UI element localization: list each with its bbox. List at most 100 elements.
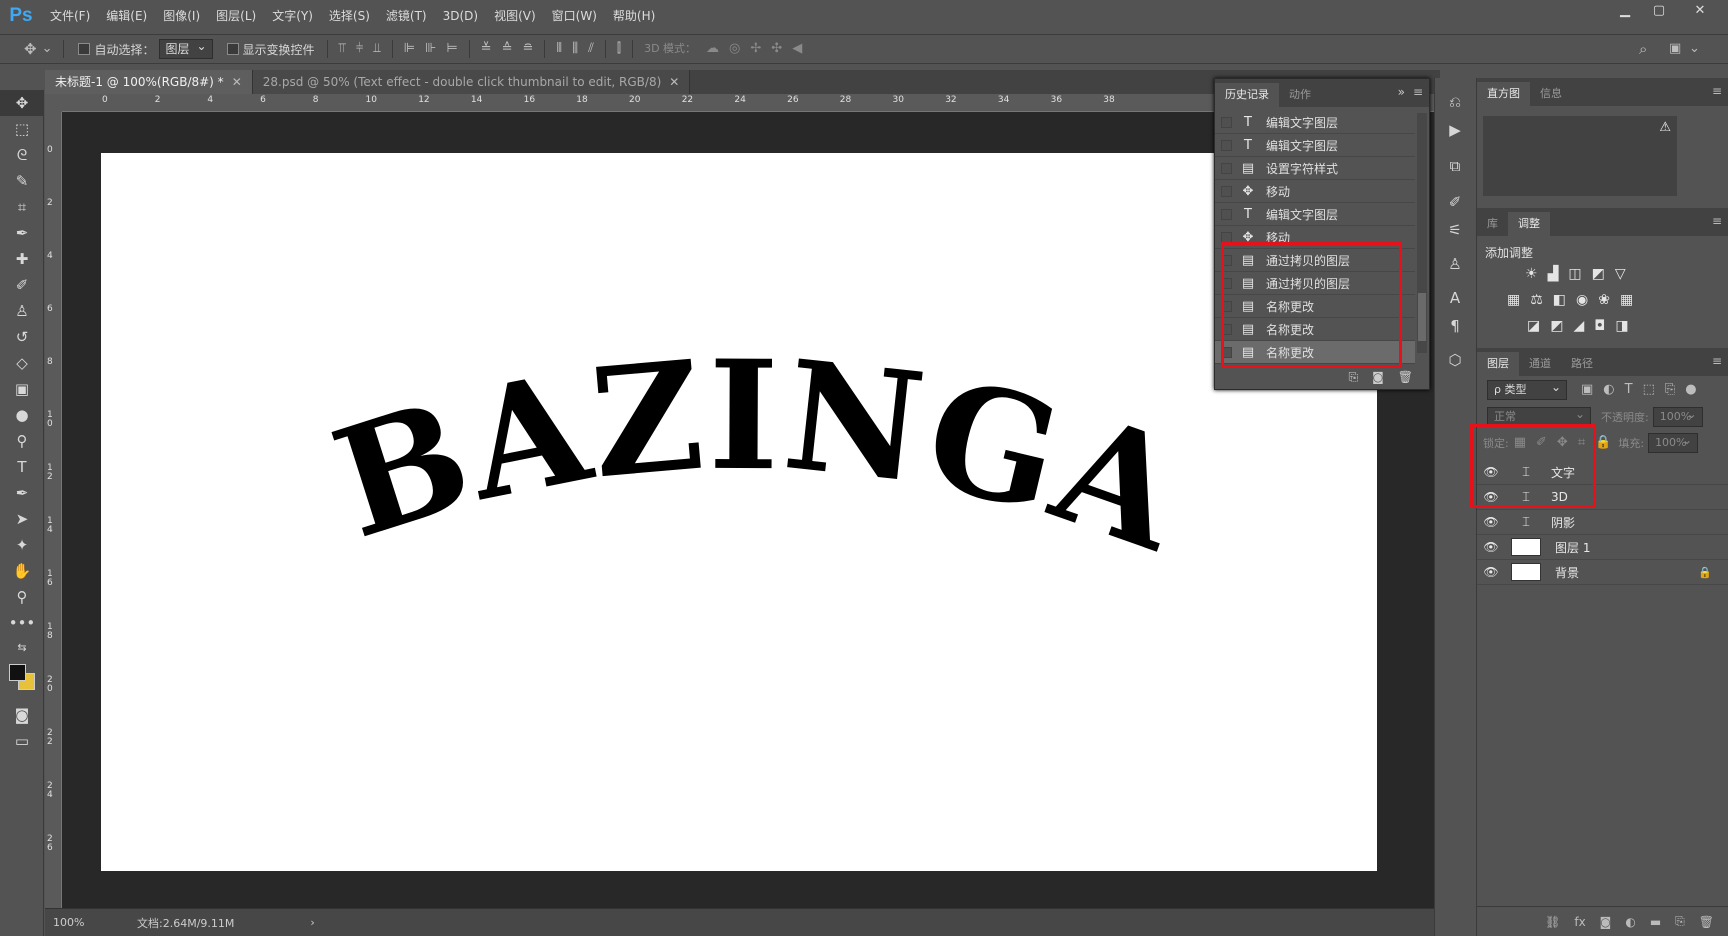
panel-menu-icon[interactable]: ≡ — [1413, 85, 1423, 99]
slide-3d-icon[interactable]: ✣ — [771, 40, 782, 58]
adjustment-row1-0-icon[interactable]: ☀ — [1525, 266, 1538, 282]
zoom-tool-icon[interactable]: ⚲ — [0, 584, 44, 610]
panel-menu-icon[interactable]: ≡ — [1712, 214, 1722, 228]
menu-help[interactable]: 帮助(H) — [605, 0, 663, 32]
adjustment-row1-2-icon[interactable]: ◫ — [1568, 266, 1581, 282]
eyedropper-tool-icon[interactable]: ✒ — [0, 220, 44, 246]
distribute-left-icon[interactable]: ⦀ — [556, 40, 562, 58]
tab-actions[interactable]: 动作 — [1279, 83, 1321, 107]
history-brush-source-checkbox[interactable] — [1221, 162, 1232, 174]
swap-colors-icon[interactable]: ⇆ — [0, 636, 44, 658]
layer-filter-dropdown[interactable]: ρ 类型 — [1487, 378, 1567, 400]
3d-panel-icon[interactable]: ⧉ — [1435, 152, 1475, 180]
crop-tool-icon[interactable]: ⌗ — [0, 194, 44, 220]
align-left-icon[interactable]: ⊫ — [404, 40, 415, 58]
new-document-from-state-icon[interactable]: ⎘ — [1349, 370, 1359, 385]
dodge-tool-icon[interactable]: ⚲ — [0, 428, 44, 454]
snapshot-camera-icon[interactable]: ◙ — [1372, 370, 1384, 384]
more-tools-icon[interactable]: ••• — [0, 610, 44, 636]
menu-edit[interactable]: 编辑(E) — [98, 0, 155, 32]
scale-3d-icon[interactable]: ◀ — [792, 40, 802, 58]
distribute-top-icon[interactable]: ≚ — [481, 40, 492, 58]
tab-paths[interactable]: 路径 — [1561, 352, 1603, 376]
menu-filter[interactable]: 滤镜(T) — [378, 0, 435, 32]
character-panel-icon[interactable]: A — [1435, 284, 1475, 312]
adjustment-row3-2-icon[interactable]: ◢ — [1573, 318, 1584, 334]
expand-panel-icon[interactable]: » — [1398, 85, 1405, 99]
fill-input[interactable]: 100% — [1648, 431, 1699, 453]
minimize-button[interactable]: ▁ — [1608, 0, 1642, 24]
healing-tool-icon[interactable]: ✚ — [0, 246, 44, 272]
close-icon[interactable]: ✕ — [669, 75, 679, 89]
history-brush-source-checkbox[interactable] — [1221, 208, 1232, 220]
gradient-tool-icon[interactable]: ▣ — [0, 376, 44, 402]
auto-select-dropdown[interactable]: 图层 — [158, 37, 213, 59]
layer-row[interactable]: 👁 图层 1 — [1477, 535, 1728, 560]
auto-select-checkbox[interactable] — [78, 43, 91, 55]
menu-image[interactable]: 图像(I) — [155, 0, 208, 32]
trash-icon[interactable]: 🗑 — [1699, 915, 1714, 929]
opacity-input[interactable]: 100% — [1652, 405, 1703, 427]
pan-3d-icon[interactable]: ✢ — [750, 40, 761, 58]
history-panel-icon[interactable]: ⎌ — [1435, 88, 1475, 116]
close-window-button[interactable]: ✕ — [1680, 0, 1720, 24]
history-state-row[interactable]: T 编辑文字图层 — [1215, 134, 1415, 157]
roll-3d-icon[interactable]: ◎ — [729, 40, 740, 58]
history-state-row[interactable]: T 编辑文字图层 — [1215, 203, 1415, 226]
properties-icon[interactable]: ⚟ — [1435, 216, 1475, 244]
history-brush-source-checkbox[interactable] — [1221, 185, 1232, 197]
quick-mask-icon[interactable]: ◙ — [0, 702, 44, 728]
tab-libraries[interactable]: 库 — [1477, 212, 1508, 236]
history-brush-source-checkbox[interactable] — [1221, 231, 1232, 243]
history-brush-source-checkbox[interactable] — [1221, 116, 1232, 128]
quick-select-tool-icon[interactable]: ✎ — [0, 168, 44, 194]
document-canvas[interactable]: BAZINGA! — [67, 13, 1377, 871]
3d-cube-icon[interactable]: ⬡ — [1435, 346, 1475, 374]
chevron-down-icon[interactable]: ⌄ — [42, 40, 53, 58]
scroll-thumb[interactable] — [1418, 293, 1426, 341]
tab-channels[interactable]: 通道 — [1519, 352, 1561, 376]
history-state-row[interactable]: ▤ 设置字符样式 — [1215, 157, 1415, 180]
foreground-color-swatch[interactable] — [9, 664, 26, 681]
orbit-3d-icon[interactable]: ☁ — [706, 40, 719, 58]
status-menu-arrow[interactable]: › — [310, 916, 314, 929]
adjustment-row2-5-icon[interactable]: ▦ — [1620, 292, 1633, 308]
add-mask-icon[interactable]: ◙ — [1600, 915, 1612, 929]
new-adjustment-icon[interactable]: ◐ — [1625, 915, 1635, 929]
chevron-down-icon[interactable]: ⌄ — [1689, 40, 1700, 58]
adjustment-row3-1-icon[interactable]: ◩ — [1550, 318, 1563, 334]
adjustment-row2-4-icon[interactable]: ❀ — [1598, 292, 1610, 308]
menu-layer[interactable]: 图层(L) — [208, 0, 264, 32]
zoom-level[interactable]: 100% — [53, 916, 123, 929]
tab-untitled-1[interactable]: 未标题-1 @ 100%(RGB/8#) * ✕ — [45, 70, 253, 94]
workspace-icon[interactable]: ▣ — [1669, 40, 1681, 58]
new-group-icon[interactable]: ▬ — [1650, 915, 1661, 929]
adjustment-row2-2-icon[interactable]: ◧ — [1553, 292, 1566, 308]
type-tool-icon[interactable]: T — [0, 454, 44, 480]
panel-menu-icon[interactable]: ≡ — [1712, 354, 1722, 368]
adjustment-row3-0-icon[interactable]: ◪ — [1527, 318, 1540, 334]
align-bottom-icon[interactable]: ⫫ — [373, 40, 380, 58]
history-scrollbar[interactable] — [1417, 113, 1427, 353]
layer-row[interactable]: 👁 背景 🔒 — [1477, 560, 1728, 585]
filter-type-icon[interactable]: T — [1625, 381, 1633, 399]
tab-histogram[interactable]: 直方图 — [1477, 82, 1530, 106]
tab-28-psd[interactable]: 28.psd @ 50% (Text effect - double click… — [252, 70, 691, 94]
menu-type[interactable]: 文字(Y) — [264, 0, 321, 32]
distribute-bottom-icon[interactable]: ≘ — [522, 40, 533, 58]
search-icon[interactable]: ⌕ — [1639, 40, 1647, 58]
blur-tool-icon[interactable]: ● — [0, 402, 44, 428]
link-layers-icon[interactable]: ⛓ — [1545, 915, 1560, 929]
maximize-button[interactable]: ▢ — [1642, 0, 1676, 24]
marquee-tool-icon[interactable]: ⬚ — [0, 116, 44, 142]
history-state-row[interactable]: T 编辑文字图层 — [1215, 111, 1415, 134]
history-brush-source-checkbox[interactable] — [1221, 139, 1232, 151]
adjustment-row3-4-icon[interactable]: ◨ — [1615, 318, 1628, 334]
shape-tool-icon[interactable]: ✦ — [0, 532, 44, 558]
menu-3d[interactable]: 3D(D) — [435, 0, 486, 32]
panel-menu-icon[interactable]: ≡ — [1712, 84, 1722, 98]
tab-info[interactable]: 信息 — [1530, 82, 1572, 106]
move-tool-icon[interactable]: ✥ — [24, 40, 37, 58]
actions-play-icon[interactable]: ▶ — [1435, 116, 1475, 144]
menu-file[interactable]: 文件(F) — [42, 0, 98, 32]
